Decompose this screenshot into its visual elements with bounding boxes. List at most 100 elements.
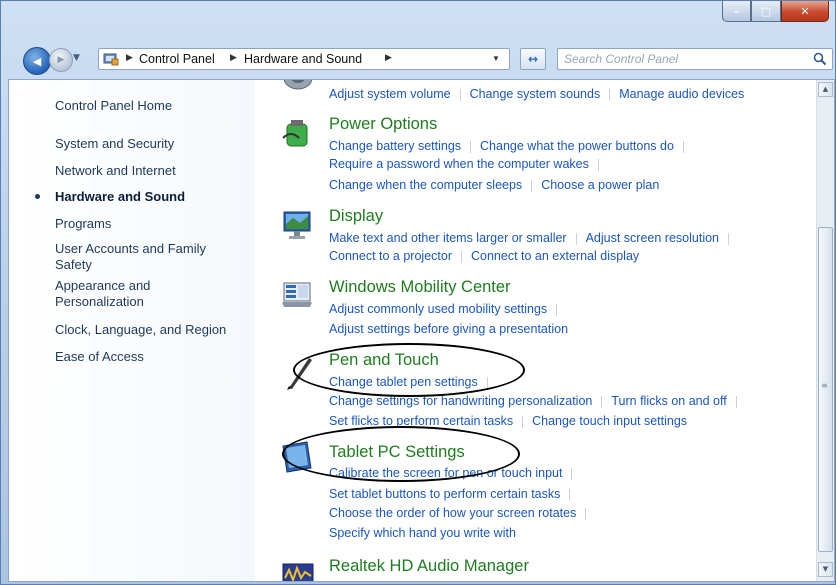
link-separator [601,395,603,408]
breadcrumb-separator-icon[interactable]: ▶ [230,52,237,63]
sidebar-item-user-accounts[interactable]: User Accounts and Family Safety [55,241,225,273]
pen-icon[interactable] [281,356,315,390]
minimize-icon: – [733,4,740,18]
address-history-dropdown-icon[interactable]: ▼ [485,51,507,67]
left-navigation-pane: Control Panel Home System and Security N… [9,80,255,581]
scroll-up-button[interactable]: ▲ [818,82,833,97]
title-bar[interactable]: – □ ✕ [1,1,835,35]
sidebar-item-clock-language-region[interactable]: Clock, Language, and Region [55,322,245,338]
search-icon[interactable] [813,52,827,66]
link-set-flicks-tasks[interactable]: Set flicks to perform certain tasks [329,414,513,428]
sidebar-item-appearance[interactable]: Appearance and Personalization [55,278,185,310]
link-separator [556,303,558,316]
link-specify-writing-hand[interactable]: Specify which hand you write with [329,526,516,540]
link-require-password-wake[interactable]: Require a password when the computer wak… [329,157,589,171]
sidebar-item-network-and-internet[interactable]: Network and Internet [55,163,245,179]
minimize-button[interactable]: – [722,1,751,22]
close-button[interactable]: ✕ [781,1,829,22]
refresh-icon: ↔ [527,52,539,66]
link-separator [571,467,573,480]
address-bar[interactable]: ▶ Control Panel ▶ Hardware and Sound ▶ ▼ [98,48,510,70]
sound-icon [283,80,313,90]
link-set-tablet-buttons[interactable]: Set tablet buttons to perform certain ta… [329,487,560,501]
link-separator [597,158,599,171]
scrollbar-grip-icon: ≡ [821,381,828,390]
link-turn-flicks-on-off[interactable]: Turn flicks on and off [611,394,726,408]
link-change-power-buttons[interactable]: Change what the power buttons do [480,139,674,153]
link-separator [470,140,472,153]
chevron-up-icon: ▲ [822,85,829,93]
link-separator [735,395,737,408]
pen-links-row-2: Change settings for handwriting personal… [329,392,746,410]
scroll-down-button[interactable]: ▼ [818,562,833,577]
breadcrumb-separator-icon[interactable]: ▶ [385,52,392,63]
forward-arrow-icon: ▶ [57,55,65,65]
link-separator [522,415,524,428]
link-connect-projector[interactable]: Connect to a projector [329,249,452,263]
link-adjust-mobility-settings[interactable]: Adjust commonly used mobility settings [329,302,547,316]
category-title-pen-and-touch[interactable]: Pen and Touch [329,351,439,370]
back-button[interactable]: ◀ [23,47,51,75]
vertical-scrollbar[interactable]: ▲ ≡ ▼ [816,80,834,581]
display-icon[interactable] [281,208,315,242]
link-adjust-screen-resolution[interactable]: Adjust screen resolution [586,231,719,245]
sound-links-row: Adjust system volume Change system sounds… [329,85,744,103]
link-separator [461,250,462,263]
power-options-icon[interactable] [281,116,315,150]
pen-links-row-3: Set flicks to perform certain tasks Chang… [329,412,687,430]
control-panel-window: – □ ✕ ◀ ▶ ▼ ▶ Control Panel ▶ Hardware a… [0,0,836,585]
content-area: Control Panel Home System and Security N… [8,79,835,582]
tablet-pc-icon[interactable] [281,440,315,474]
link-handwriting-personalization[interactable]: Change settings for handwriting personal… [329,394,592,408]
link-adjust-system-volume[interactable]: Adjust system volume [329,87,451,101]
link-change-tablet-pen-settings[interactable]: Change tablet pen settings [329,375,478,389]
link-change-battery-settings[interactable]: Change battery settings [329,139,461,153]
link-choose-power-plan[interactable]: Choose a power plan [541,178,659,192]
power-links-row-3: Change when the computer sleeps Choose a … [329,176,659,194]
category-title-power-options[interactable]: Power Options [329,115,437,134]
forward-button[interactable]: ▶ [49,48,73,72]
link-make-text-larger[interactable]: Make text and other items larger or smal… [329,231,567,245]
breadcrumb-control-panel[interactable]: Control Panel [139,52,215,66]
realtek-audio-icon[interactable] [281,558,315,582]
tablet-links-row-1: Calibrate the screen for pen or touch in… [329,464,581,482]
sidebar-item-system-and-security[interactable]: System and Security [55,136,245,152]
navigation-bar: ◀ ▶ ▼ ▶ Control Panel ▶ Hardware and Sou… [1,39,835,79]
link-change-computer-sleeps[interactable]: Change when the computer sleeps [329,178,522,192]
mobility-links-row-2: Adjust settings before giving a presenta… [329,320,568,338]
power-links-row-2: Require a password when the computer wak… [329,155,608,173]
refresh-button[interactable]: ↔ [520,48,546,70]
search-box[interactable]: Search Control Panel [557,48,833,70]
link-change-system-sounds[interactable]: Change system sounds [470,87,601,101]
category-title-tablet-pc-settings[interactable]: Tablet PC Settings [329,443,465,462]
active-item-bullet-icon [35,194,40,199]
sidebar-item-hardware-and-sound[interactable]: Hardware and Sound [55,189,245,205]
caption-buttons: – □ ✕ [722,1,829,23]
category-title-windows-mobility-center[interactable]: Windows Mobility Center [329,278,511,297]
maximize-button[interactable]: □ [751,1,781,22]
category-title-realtek-hd-audio-manager[interactable]: Realtek HD Audio Manager [329,557,529,576]
mobility-center-icon[interactable] [281,278,315,312]
search-input[interactable]: Search Control Panel [564,52,678,66]
link-separator [609,88,611,101]
link-manage-audio-devices[interactable]: Manage audio devices [619,87,744,101]
link-separator [486,376,488,389]
link-calibrate-screen[interactable]: Calibrate the screen for pen or touch in… [329,466,562,480]
tablet-links-row-2: Set tablet buttons to perform certain ta… [329,485,579,503]
control-panel-home-link[interactable]: Control Panel Home [55,98,245,114]
category-title-display[interactable]: Display [329,207,383,226]
link-adjust-presentation-settings[interactable]: Adjust settings before giving a presenta… [329,322,568,336]
breadcrumb-hardware-and-sound[interactable]: Hardware and Sound [244,52,362,66]
link-connect-external-display[interactable]: Connect to an external display [471,249,639,263]
power-links-row-1: Change battery settings Change what the p… [329,137,693,155]
link-change-touch-input-settings[interactable]: Change touch input settings [532,414,687,428]
close-icon: ✕ [800,4,810,18]
recent-pages-dropdown[interactable]: ▼ [73,53,80,63]
breadcrumb-separator-icon[interactable]: ▶ [126,52,133,63]
sidebar-item-ease-of-access[interactable]: Ease of Access [55,349,245,365]
control-panel-icon [103,53,119,66]
link-screen-rotation-order[interactable]: Choose the order of how your screen rota… [329,506,576,520]
sidebar-item-programs[interactable]: Programs [55,216,245,232]
link-separator [459,88,461,101]
link-separator [569,488,571,501]
